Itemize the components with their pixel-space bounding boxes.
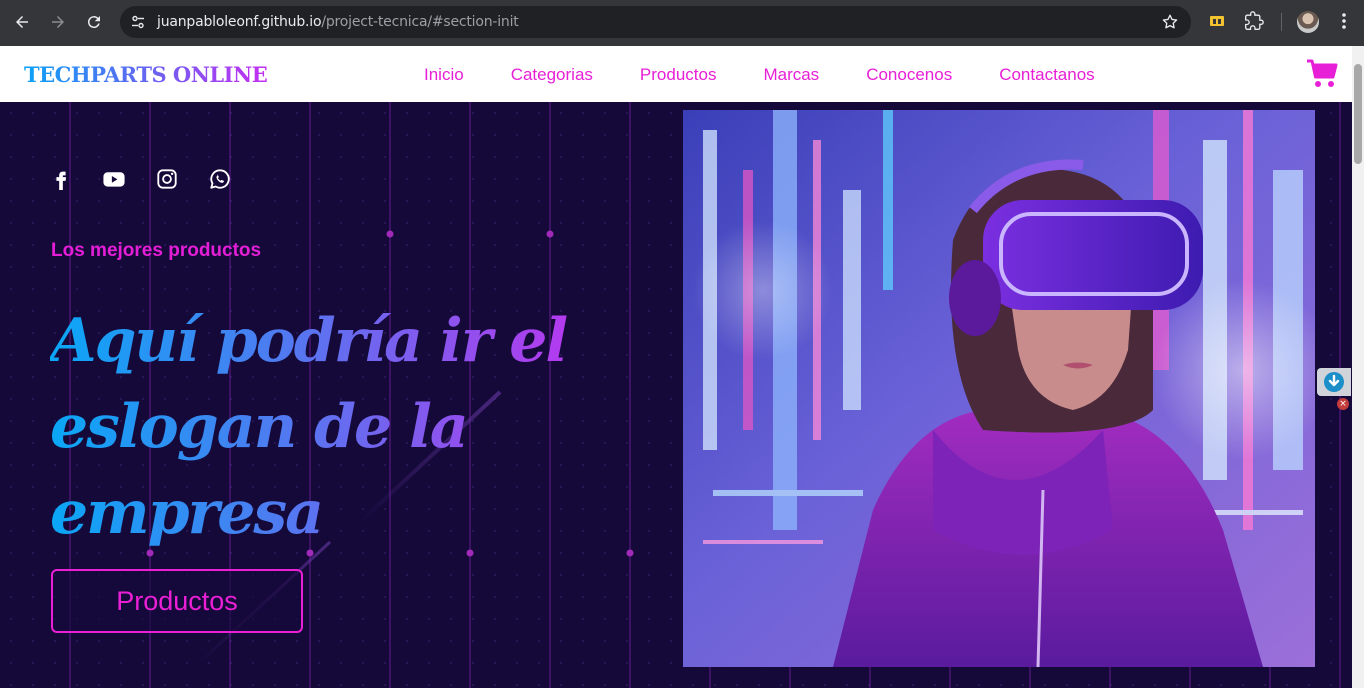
youtube-icon[interactable]	[103, 168, 125, 190]
nav-link-marcas[interactable]: Marcas	[763, 65, 819, 85]
scrollbar-thumb[interactable]	[1354, 64, 1362, 164]
kebab-menu-icon[interactable]	[1334, 11, 1354, 31]
url-text[interactable]: juanpabloleonf.github.io/project-tecnica…	[157, 14, 519, 30]
nav-link-categorias[interactable]: Categorias	[511, 65, 593, 85]
extension-icon[interactable]	[1207, 11, 1227, 31]
url-host: juanpabloleonf.github.io	[157, 14, 322, 30]
social-links	[50, 168, 262, 190]
hero-vr-image	[683, 110, 1315, 667]
arrow-right-icon	[52, 16, 64, 28]
facebook-icon[interactable]	[50, 168, 72, 190]
page-scrollbar[interactable]	[1352, 46, 1364, 688]
productos-button[interactable]: Productos	[51, 569, 303, 633]
extensions-puzzle-icon[interactable]	[1244, 11, 1264, 31]
forward-button[interactable]	[44, 8, 72, 36]
site-settings-icon[interactable]	[130, 14, 146, 30]
arrow-left-icon	[16, 16, 28, 28]
shopping-cart-icon[interactable]	[1306, 59, 1338, 89]
site-logo[interactable]: TECHPARTS ONLINE	[24, 62, 268, 87]
nav-link-productos[interactable]: Productos	[640, 65, 717, 85]
download-widget[interactable]	[1317, 368, 1351, 396]
hero-section: Los mejores productos Aquí podría ir el …	[0, 102, 1352, 688]
browser-toolbar: juanpabloleonf.github.io/project-tecnica…	[0, 0, 1364, 46]
bookmark-star-icon[interactable]	[1161, 13, 1179, 31]
reload-icon	[87, 16, 100, 29]
nav-link-conocenos[interactable]: Conocenos	[866, 65, 952, 85]
whatsapp-icon[interactable]	[209, 168, 231, 190]
back-button[interactable]	[8, 8, 36, 36]
site-header: TECHPARTS ONLINE Inicio Categorias Produ…	[0, 46, 1352, 102]
address-bar[interactable]: juanpabloleonf.github.io/project-tecnica…	[120, 6, 1191, 38]
hero-slogan: Aquí podría ir el eslogan de la empresa	[50, 298, 610, 556]
nav-link-contactanos[interactable]: Contactanos	[999, 65, 1094, 85]
close-icon[interactable]: ×	[1337, 398, 1349, 410]
toolbar-divider	[1281, 13, 1282, 31]
reload-button[interactable]	[80, 8, 108, 36]
main-nav: Inicio Categorias Productos Marcas Conoc…	[424, 65, 1142, 85]
hero-tagline: Los mejores productos	[51, 240, 262, 261]
instagram-icon[interactable]	[156, 168, 178, 190]
url-path: /project-tecnica/#section-init	[321, 14, 519, 30]
download-arrow-icon	[1324, 372, 1344, 392]
nav-link-inicio[interactable]: Inicio	[424, 65, 464, 85]
profile-avatar[interactable]	[1297, 11, 1319, 33]
